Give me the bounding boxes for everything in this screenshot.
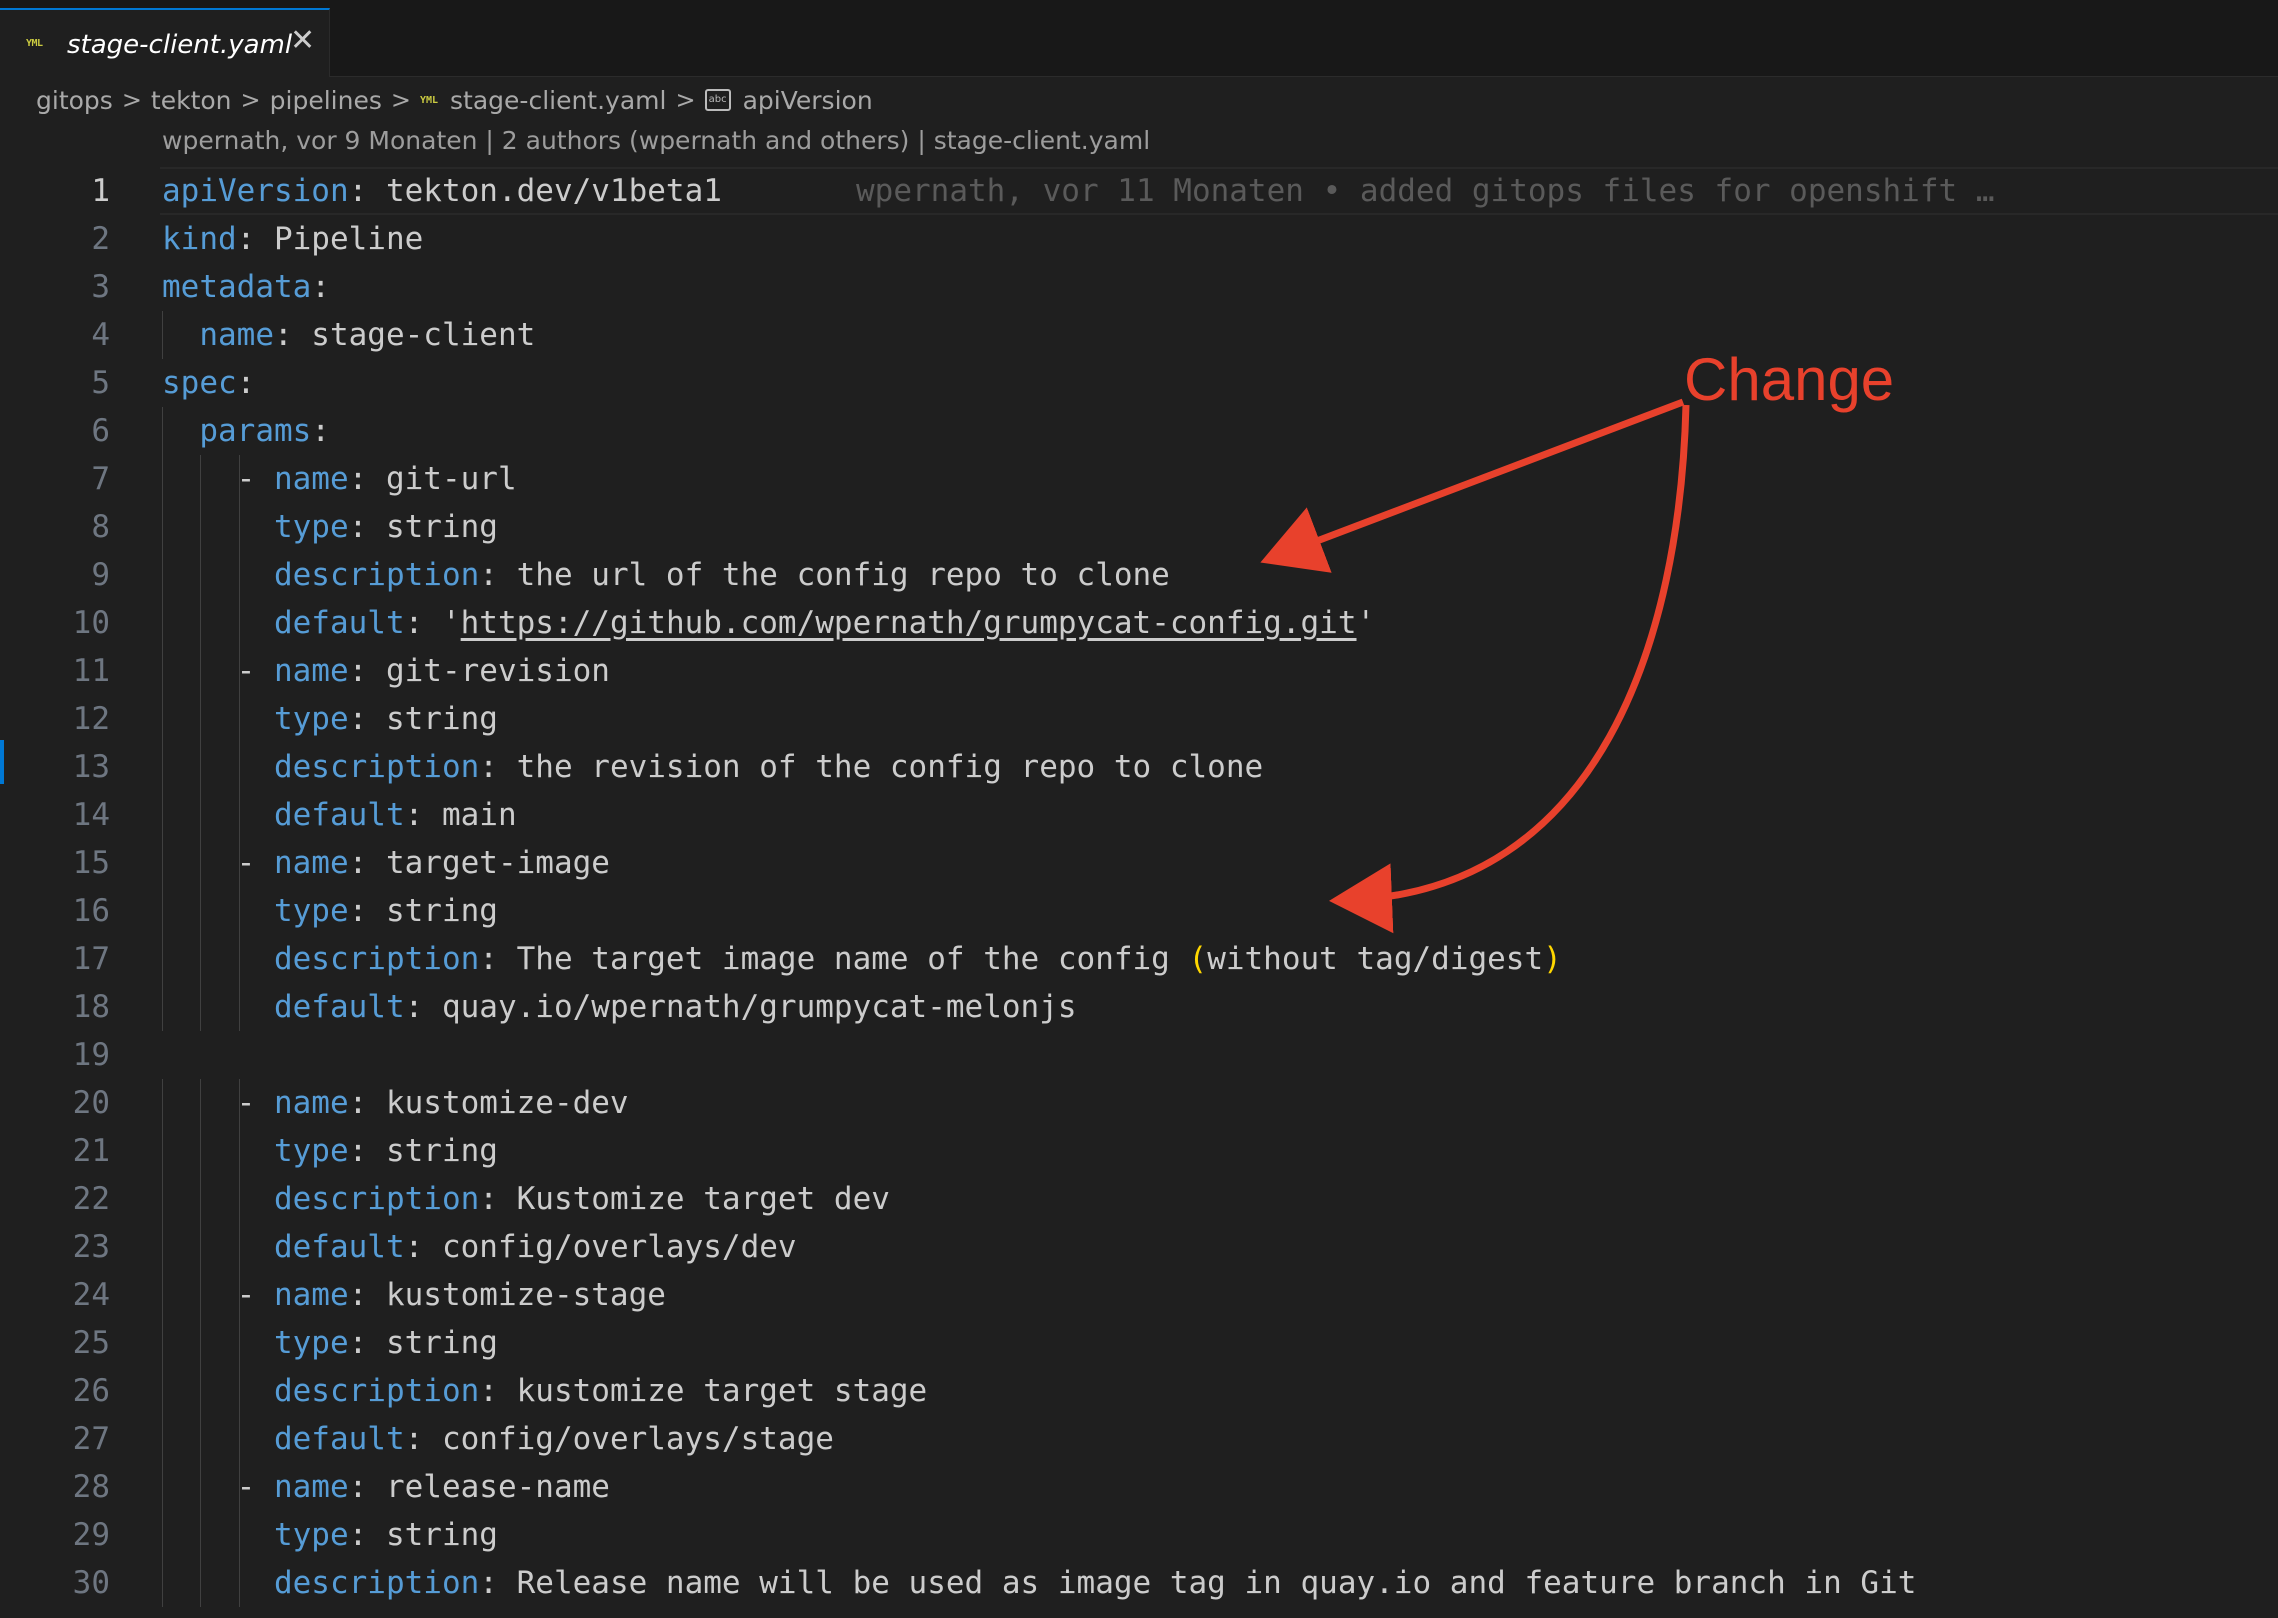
annotation-change-label: Change: [1684, 346, 1895, 413]
arrow-to-line-16: [1329, 404, 1690, 934]
arrow-to-line-9: [1260, 398, 1685, 573]
annotation-arrows: [1260, 398, 1690, 934]
